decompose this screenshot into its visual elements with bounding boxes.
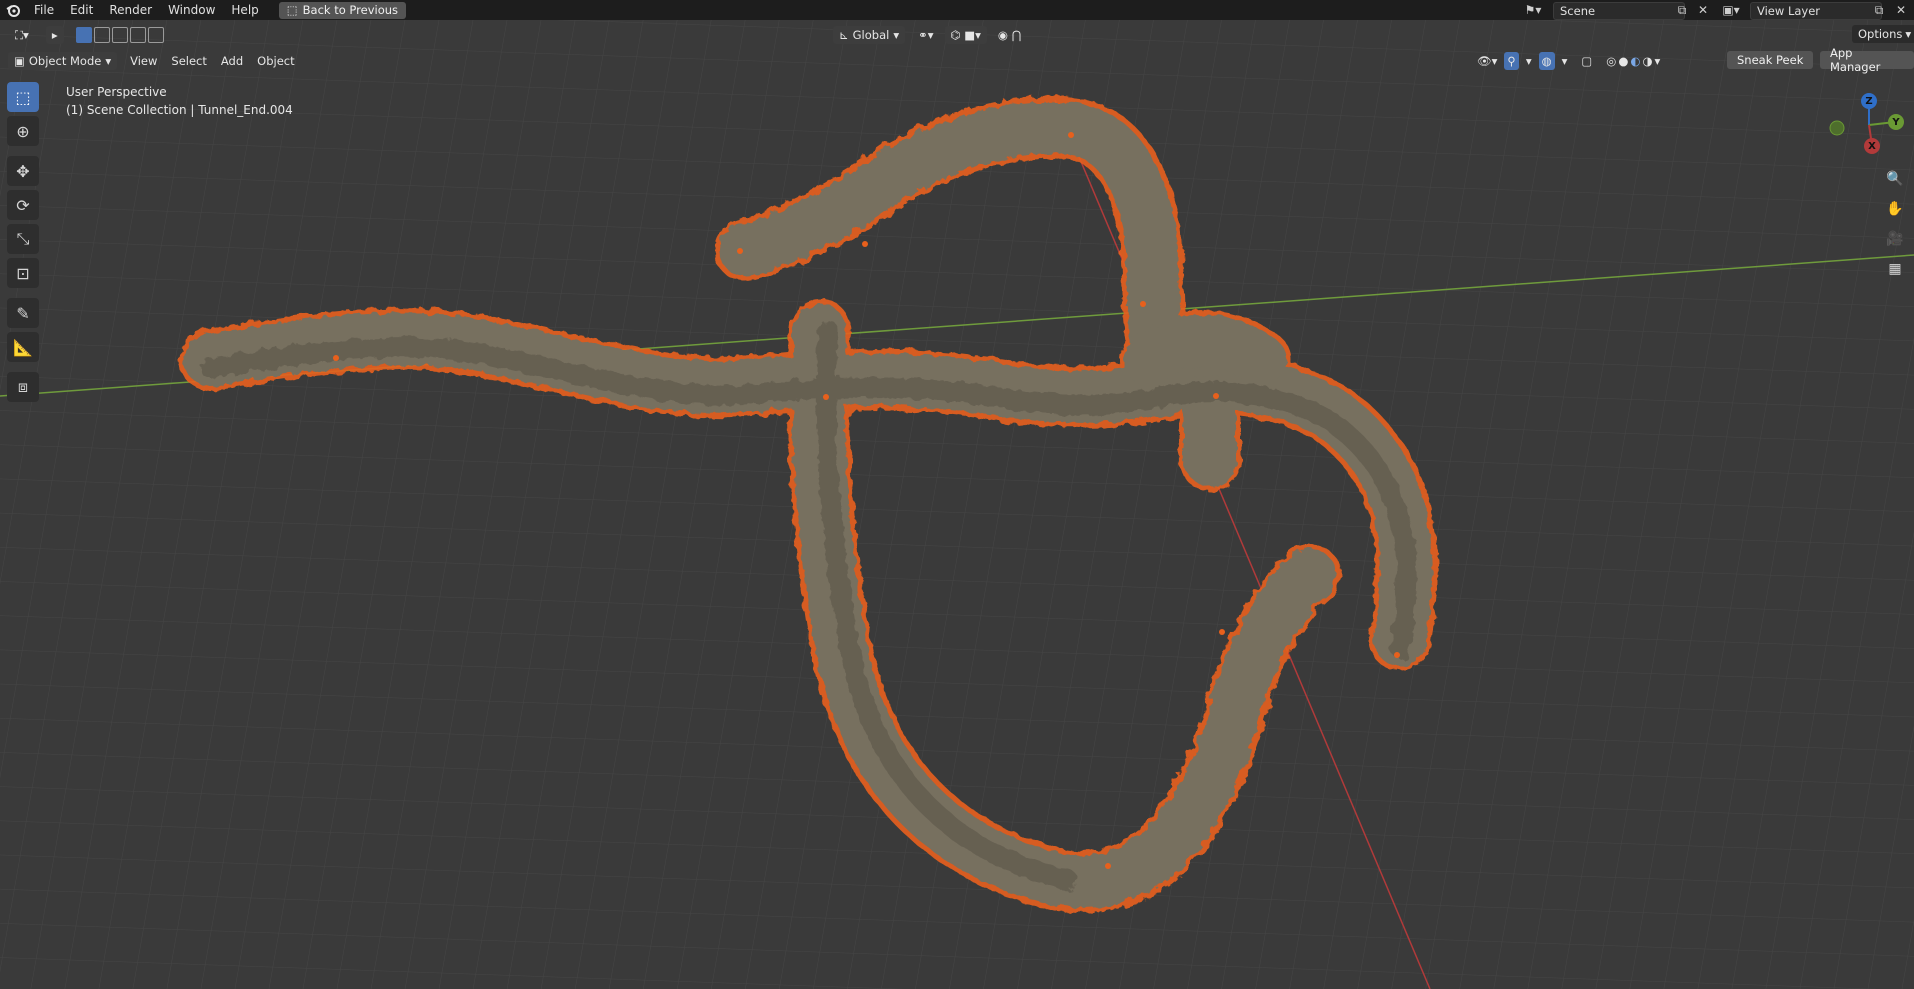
object-mode-icon: ▣ xyxy=(14,54,25,68)
chevron-down-icon: ▾ xyxy=(893,28,900,42)
object-menu[interactable]: Object xyxy=(250,52,301,70)
viewport-info: User Perspective (1) Scene Collection | … xyxy=(66,83,293,119)
view-layer-field[interactable]: View Layer xyxy=(1750,2,1882,20)
orientation-axes-icon: ⊾ xyxy=(839,28,849,42)
tool-settings-left: ⛶▾ ▸ xyxy=(8,24,164,46)
viewport-canvas[interactable] xyxy=(0,0,1914,989)
wireframe-shading-icon[interactable]: ◎ xyxy=(1606,54,1616,68)
gizmo-dropdown-icon[interactable]: ▾ xyxy=(1519,52,1539,70)
collection-label: (1) Scene Collection | Tunnel_End.004 xyxy=(66,103,293,117)
gizmo-y-axis[interactable]: Y xyxy=(1888,114,1904,130)
cursor-tool-icon[interactable]: ⊕ xyxy=(7,116,39,146)
scene-name-label: Scene xyxy=(1560,4,1596,18)
app-manager-button[interactable]: App Manager xyxy=(1820,46,1914,74)
select-extend-icon[interactable] xyxy=(93,27,110,43)
menu-window[interactable]: Window xyxy=(160,0,223,20)
blender-logo-icon[interactable] xyxy=(0,0,26,20)
back-screen-icon: ⬚ xyxy=(286,3,298,17)
pan-hand-icon[interactable]: ✋ xyxy=(1882,196,1908,222)
transform-tool-icon[interactable]: ⊡ xyxy=(7,258,39,288)
gizmo-z-axis[interactable]: Z xyxy=(1861,93,1877,109)
select-new-icon[interactable] xyxy=(75,27,92,43)
view-menu[interactable]: View xyxy=(123,52,164,70)
material-shading-icon[interactable]: ◐ xyxy=(1630,54,1640,68)
viewport-header-left: ▣ Object Mode ▾ View Select Add Object xyxy=(8,50,302,72)
object-mode-label: Object Mode xyxy=(28,54,102,68)
visibility-eye-icon[interactable]: 👁▾ xyxy=(1470,52,1504,70)
view-layer-label: View Layer xyxy=(1757,4,1821,18)
select-invert-icon[interactable] xyxy=(129,27,146,43)
menu-file[interactable]: File xyxy=(26,0,62,20)
ortho-grid-icon[interactable]: ▦ xyxy=(1882,256,1908,282)
move-tool-icon[interactable]: ✥ xyxy=(7,156,39,186)
sneak-peek-button[interactable]: Sneak Peek xyxy=(1727,51,1814,69)
gizmo-x-axis[interactable]: X xyxy=(1864,138,1880,154)
pivot-point-icon[interactable]: ⚭▾ xyxy=(911,26,940,44)
overlay-dropdown-icon[interactable]: ▾ xyxy=(1555,52,1575,70)
snap-toggle-icon[interactable]: ⌬ ■▾ xyxy=(944,26,987,44)
new-view-layer-icon[interactable]: ⧉ xyxy=(1868,2,1890,18)
xray-toggle-icon[interactable]: ▢ xyxy=(1574,52,1599,70)
select-menu[interactable]: Select xyxy=(164,52,213,70)
rotate-tool-icon[interactable]: ⟳ xyxy=(7,190,39,220)
scene-name-field[interactable]: Scene xyxy=(1553,2,1685,20)
proportional-edit-icon[interactable]: ◉ ⋂ xyxy=(991,26,1028,44)
options-dropdown[interactable]: Options ▾ xyxy=(1852,25,1914,43)
camera-view-icon[interactable]: 🎥 xyxy=(1882,226,1908,252)
chevron-down-icon: ▾ xyxy=(105,54,112,68)
back-to-previous-button[interactable]: ⬚ Back to Previous xyxy=(278,1,407,19)
shading-mode-group: ◎ ● ◐ ◑ ▾ xyxy=(1599,52,1667,70)
back-to-previous-label: Back to Previous xyxy=(302,3,399,17)
zoom-icon[interactable]: 🔍 xyxy=(1882,166,1908,192)
sneak-peek-label: Sneak Peek xyxy=(1737,53,1804,67)
menu-edit[interactable]: Edit xyxy=(62,0,101,20)
editor-type-icon[interactable]: ⛶▾ xyxy=(8,26,36,44)
left-toolbar: ⬚ ⊕ ✥ ⟳ ⤡ ⊡ ✎ 📐 ⧈ xyxy=(7,82,39,406)
rendered-shading-icon[interactable]: ◑ xyxy=(1642,54,1652,68)
chevron-down-icon[interactable]: ▾ xyxy=(1654,54,1660,68)
select-tool-icon[interactable]: ▸ xyxy=(45,26,64,44)
annotate-tool-icon[interactable]: ✎ xyxy=(7,298,39,328)
select-subtract-icon[interactable] xyxy=(111,27,128,43)
select-box-tool-icon[interactable]: ⬚ xyxy=(7,82,39,112)
perspective-label: User Perspective xyxy=(66,85,167,99)
transform-orientation-dropdown[interactable]: ⊾ Global ▾ xyxy=(833,26,906,44)
delete-view-layer-icon[interactable]: ✕ xyxy=(1890,2,1912,18)
app-manager-label: App Manager xyxy=(1830,46,1881,74)
add-menu[interactable]: Add xyxy=(214,52,250,70)
measure-tool-icon[interactable]: 📐 xyxy=(7,332,39,362)
overlay-toggle-icon[interactable]: ◍ xyxy=(1538,52,1555,70)
gizmo-toggle-icon[interactable]: ⚲ xyxy=(1504,52,1519,70)
chevron-down-icon: ▾ xyxy=(1905,27,1912,41)
selection-mode-group xyxy=(75,27,164,43)
scale-tool-icon[interactable]: ⤡ xyxy=(7,224,39,254)
add-cube-tool-icon[interactable]: ⧈ xyxy=(7,372,39,402)
select-intersect-icon[interactable] xyxy=(147,27,164,43)
viewport-header-right: 👁▾ ⚲ ▾ ◍ ▾ ▢ ◎ ● ◐ ◑ ▾ xyxy=(1470,50,1667,72)
scene-icon[interactable]: ⚑▾ xyxy=(1522,2,1544,18)
new-scene-icon[interactable]: ⧉ xyxy=(1671,2,1693,18)
transform-settings: ⊾ Global ▾ ⚭▾ ⌬ ■▾ ◉ ⋂ xyxy=(833,24,1028,46)
view-layer-icon[interactable]: ▣▾ xyxy=(1720,2,1742,18)
menu-render[interactable]: Render xyxy=(101,0,160,20)
options-label: Options xyxy=(1858,27,1903,41)
menu-help[interactable]: Help xyxy=(223,0,266,20)
object-mode-dropdown[interactable]: ▣ Object Mode ▾ xyxy=(8,52,118,70)
solid-shading-icon[interactable]: ● xyxy=(1618,54,1628,68)
transform-orientation-label: Global xyxy=(852,28,890,42)
delete-scene-icon[interactable]: ✕ xyxy=(1692,2,1714,18)
